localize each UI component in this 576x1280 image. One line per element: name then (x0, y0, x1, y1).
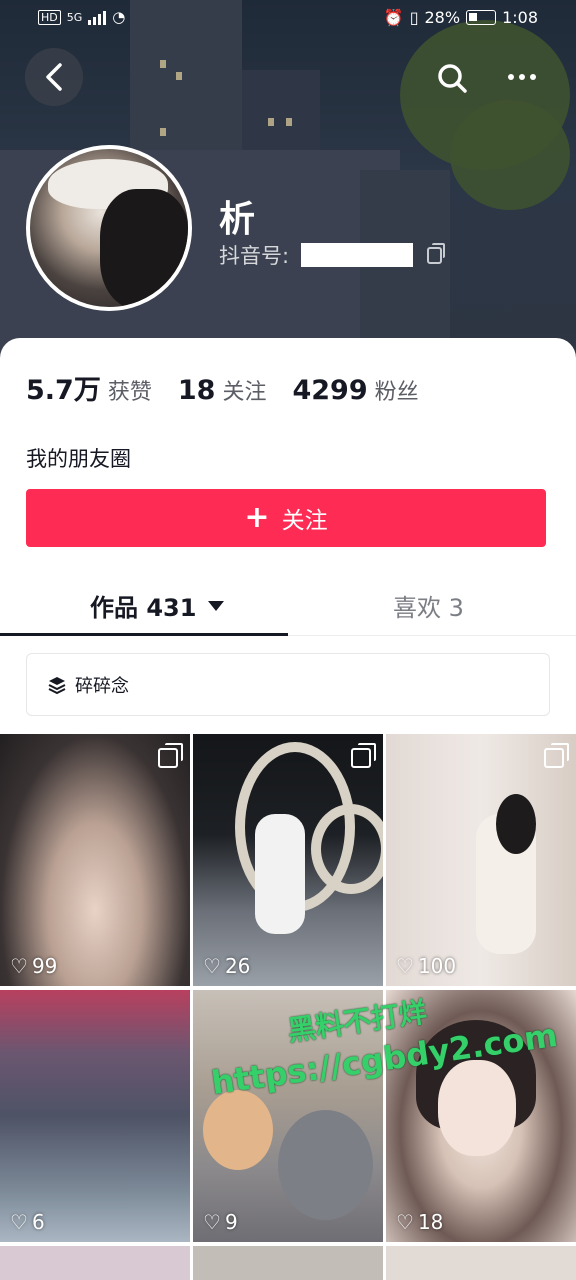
window-light (176, 72, 182, 80)
heart-icon: ♡ (396, 1210, 414, 1234)
douyin-id-row: 抖音号: (219, 240, 446, 270)
stat-label: 获赞 (107, 380, 152, 405)
more-dot (519, 74, 525, 80)
like-count-value: 18 (417, 1210, 444, 1234)
like-count-value: 9 (224, 1210, 238, 1234)
layers-icon (48, 676, 66, 694)
status-bar: HD 5G ◔ ⏰ ▯ 28% 1:08 (0, 0, 576, 36)
profile-nickname: 析 (219, 199, 256, 240)
window-light (160, 128, 166, 136)
more-options-button[interactable] (500, 60, 544, 94)
more-dot (508, 74, 514, 80)
wifi-icon: ◔ (112, 8, 126, 26)
window-light (268, 118, 274, 126)
video-tile[interactable] (193, 1246, 383, 1280)
tab-likes-label: 喜欢 3 (393, 594, 464, 622)
stat-likes: 5.7万 获赞 (26, 368, 152, 407)
stats-row: 5.7万 获赞 18 关注 4299 粉丝 (26, 368, 445, 407)
alarm-icon: ⏰ (383, 8, 404, 27)
heart-icon: ♡ (10, 1210, 28, 1234)
stat-following[interactable]: 18 关注 (178, 374, 267, 406)
like-count-value: 100 (417, 954, 457, 978)
like-count-value: 6 (31, 1210, 45, 1234)
avatar[interactable] (26, 145, 192, 311)
sculpture-ring (311, 804, 383, 894)
copy-icon[interactable] (427, 242, 446, 264)
collection-chip[interactable]: 碎碎念 (26, 653, 550, 716)
more-dot (530, 74, 536, 80)
follow-button-label: 关注 (281, 508, 328, 534)
battery-percent: 28% (424, 8, 461, 27)
cat (278, 1110, 373, 1220)
stat-label: 粉丝 (374, 380, 419, 405)
heart-icon: ♡ (203, 1210, 221, 1234)
stat-followers[interactable]: 4299 粉丝 (292, 374, 418, 406)
heart-icon: ♡ (10, 954, 28, 978)
plus-icon: + (244, 500, 270, 535)
like-count: ♡ 6 (10, 1210, 45, 1234)
back-button[interactable] (25, 48, 83, 106)
active-tab-indicator (0, 633, 288, 636)
figure (255, 814, 305, 934)
profile-card: 5.7万 获赞 18 关注 4299 粉丝 我的朋友圈 + 关注 作品 431 … (0, 338, 576, 1280)
like-count-value: 99 (31, 954, 58, 978)
douyin-id-redacted (301, 243, 414, 267)
search-icon (438, 64, 467, 93)
tree (450, 100, 570, 210)
tab-works[interactable]: 作品 431 (90, 588, 225, 623)
battery-icon (466, 10, 497, 25)
video-tile[interactable] (386, 1246, 576, 1280)
profile-bio: 我的朋友圈 (26, 447, 131, 471)
video-tile[interactable]: ♡ 99 (0, 734, 190, 986)
avatar-hair (100, 189, 188, 307)
vibrate-icon: ▯ (409, 8, 419, 27)
douyin-id-label: 抖音号: (219, 244, 290, 268)
follow-button[interactable]: + 关注 (26, 489, 546, 547)
like-count: ♡ 26 (203, 954, 250, 978)
video-tile[interactable]: ♡ 100 (386, 734, 576, 986)
like-count: ♡ 100 (396, 954, 456, 978)
back-arrow-icon (46, 63, 62, 91)
like-count: ♡ 99 (10, 954, 57, 978)
stat-label: 关注 (222, 380, 267, 405)
tab-works-label: 作品 431 (90, 594, 197, 622)
content-tabs: 作品 431 喜欢 3 (0, 578, 576, 636)
video-tile[interactable]: ♡ 6 (0, 990, 190, 1242)
hd-badge: HD (38, 9, 61, 25)
figure-face (438, 1060, 516, 1156)
figure-hair (496, 794, 536, 854)
stat-value: 18 (177, 375, 216, 406)
collection-label: 碎碎念 (75, 675, 129, 697)
tab-likes[interactable]: 喜欢 3 (393, 588, 464, 623)
like-count: ♡ 9 (203, 1210, 238, 1234)
clock: 1:08 (502, 8, 538, 27)
video-tile[interactable] (0, 1246, 190, 1280)
like-count-value: 26 (224, 954, 251, 978)
image-set-icon (158, 743, 183, 768)
caret-down-icon (208, 600, 225, 611)
video-tile[interactable]: ♡ 26 (193, 734, 383, 986)
stat-value: 5.7万 (26, 375, 101, 406)
image-set-icon (544, 743, 569, 768)
signal-icon (88, 9, 107, 25)
like-count: ♡ 18 (396, 1210, 443, 1234)
image-set-icon (351, 743, 376, 768)
search-button[interactable] (428, 52, 478, 102)
stat-value: 4299 (292, 375, 368, 406)
heart-icon: ♡ (396, 954, 414, 978)
window-light (286, 118, 292, 126)
heart-icon: ♡ (203, 954, 221, 978)
window-light (160, 60, 166, 68)
network-type: 5G (66, 10, 83, 24)
